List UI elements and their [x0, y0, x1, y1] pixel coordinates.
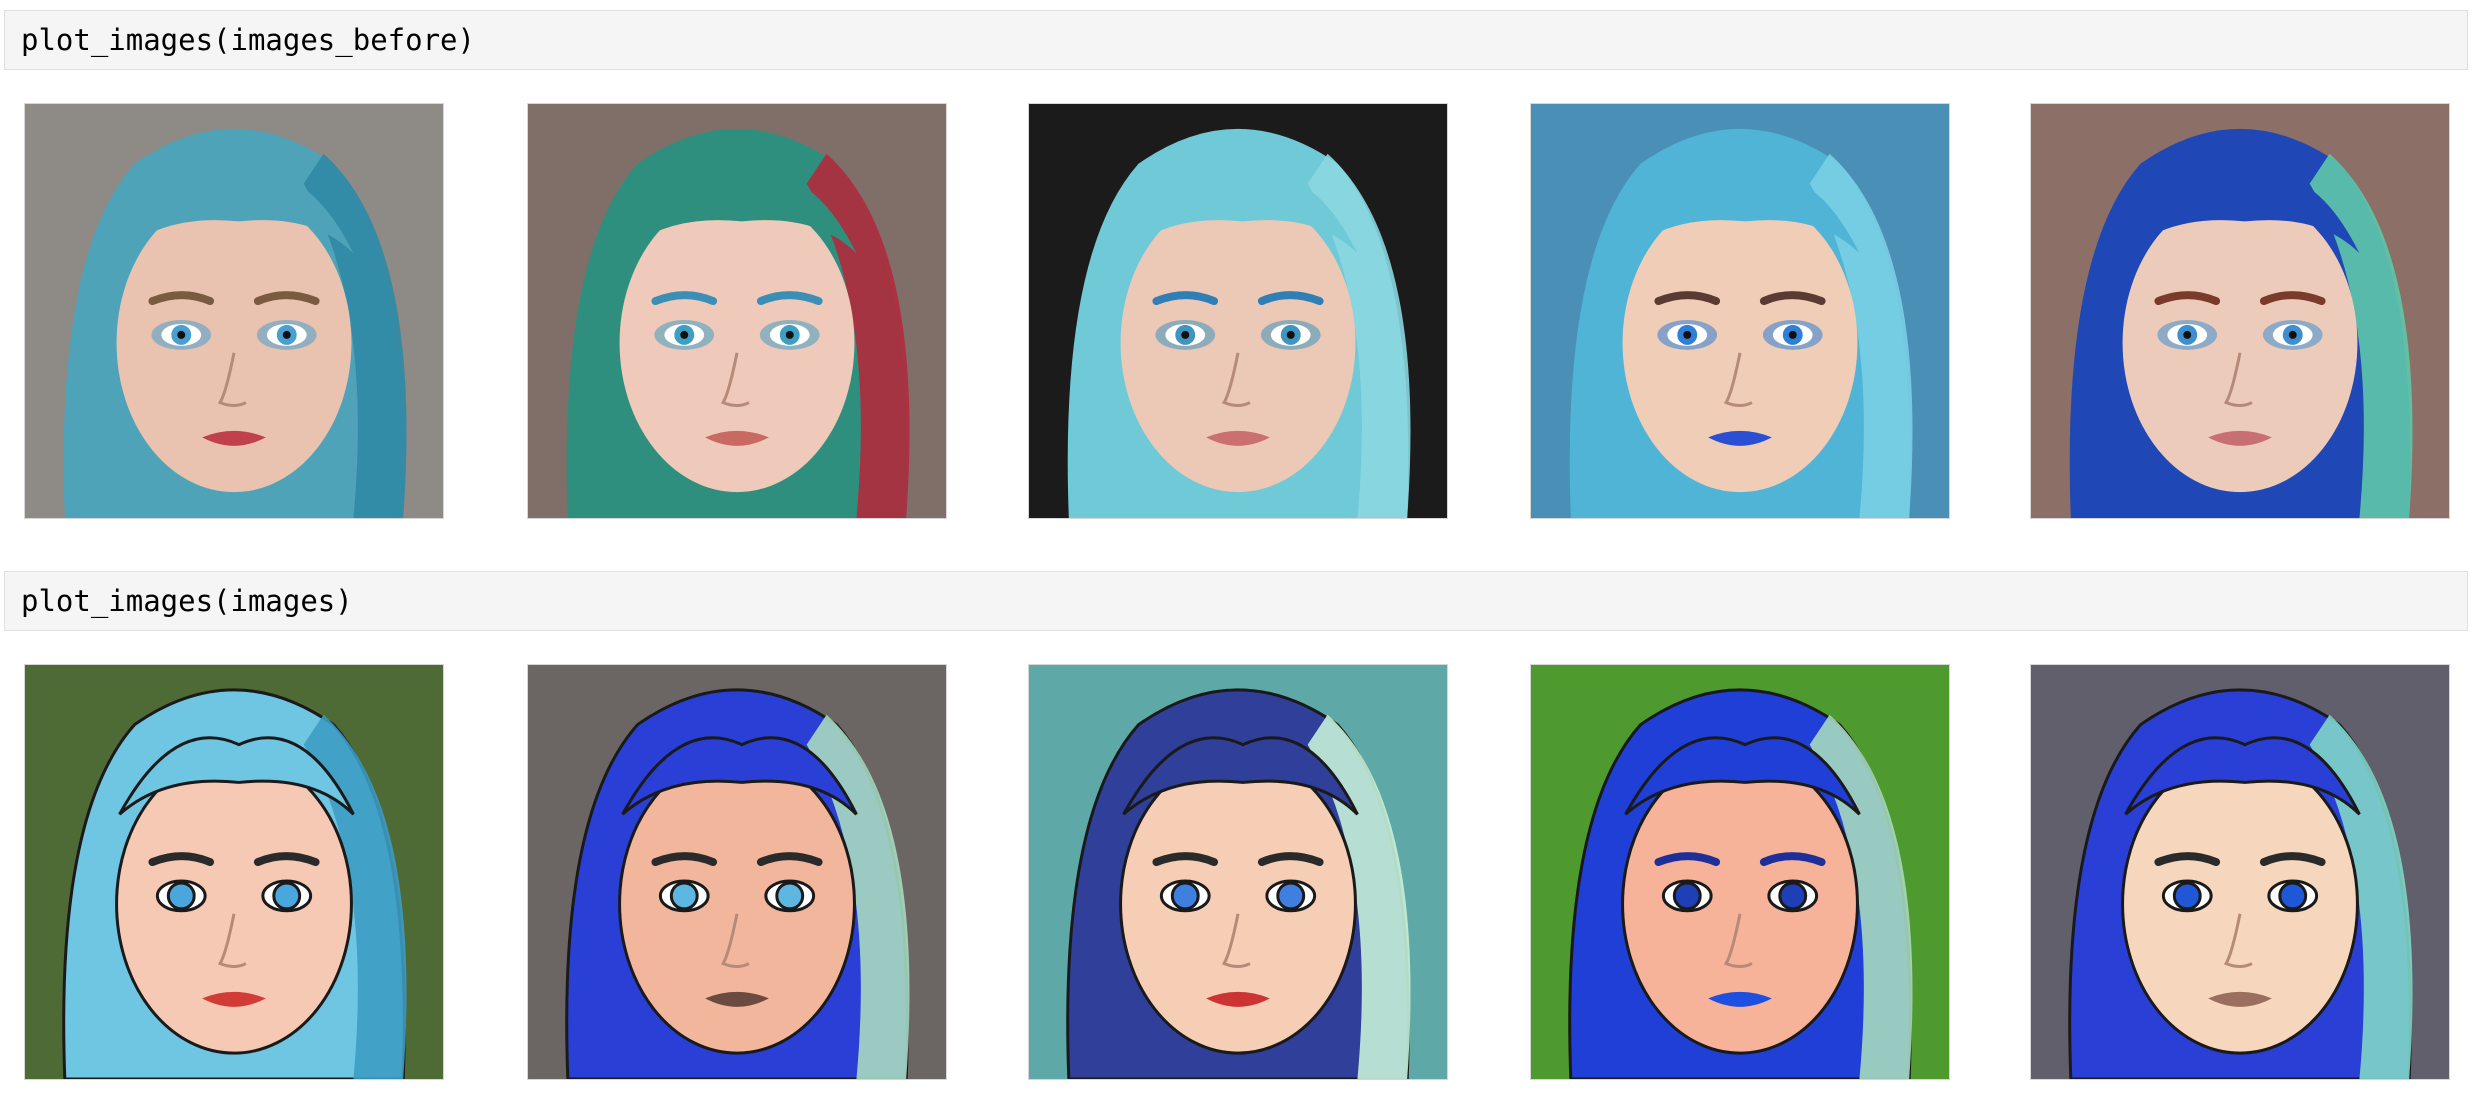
photo-thumbnail [24, 103, 444, 519]
cartoon-thumbnail [527, 664, 947, 1080]
cartoon-thumbnail [1028, 664, 1448, 1080]
photo-thumbnail [2030, 103, 2450, 519]
cartoon-thumbnail [1530, 664, 1950, 1080]
photo-thumbnail [1530, 103, 1950, 519]
image-row-before [0, 103, 2476, 523]
photo-thumbnail [527, 103, 947, 519]
cartoon-thumbnail [2030, 664, 2450, 1080]
code-cell-before[interactable]: plot_images(images_before) [4, 10, 2468, 70]
image-row-after [0, 664, 2476, 1084]
cartoon-thumbnail [24, 664, 444, 1080]
code-cell-after[interactable]: plot_images(images) [4, 571, 2468, 631]
photo-thumbnail [1028, 103, 1448, 519]
